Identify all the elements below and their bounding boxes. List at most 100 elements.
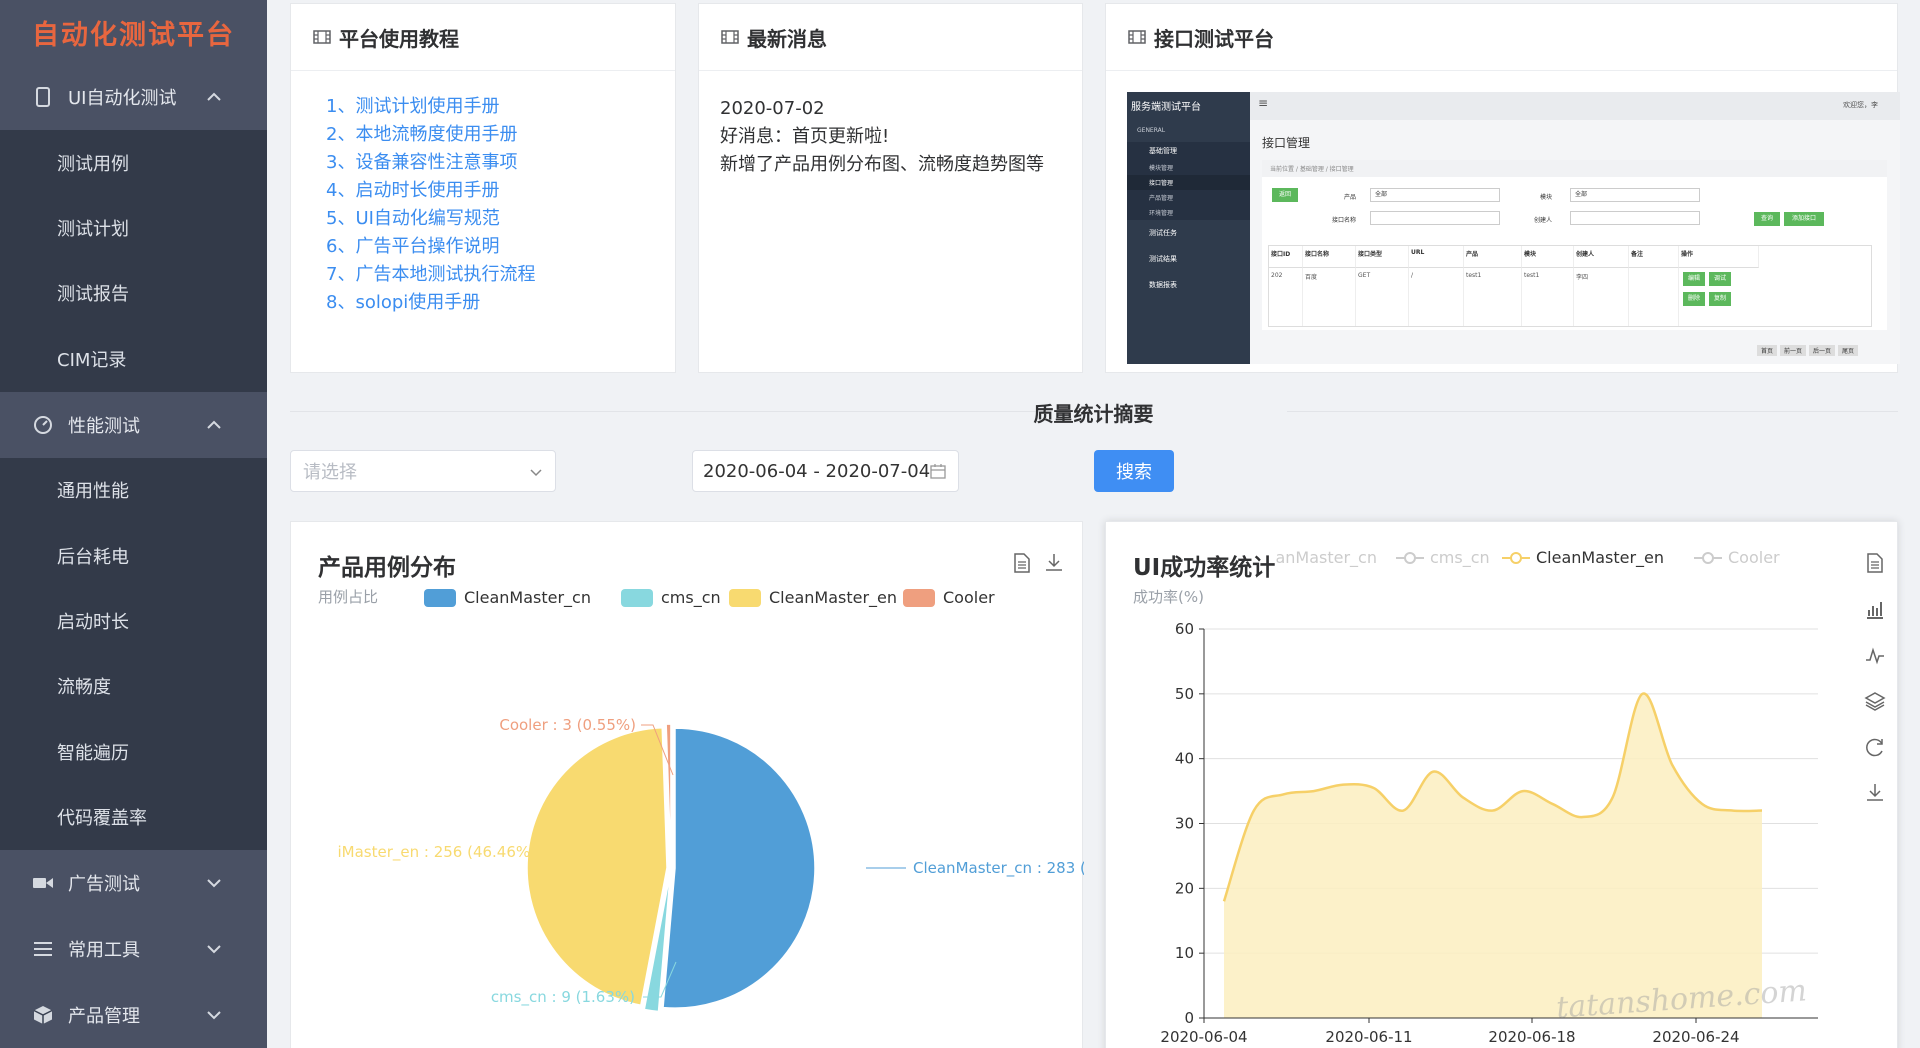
data-view-icon[interactable]	[1011, 552, 1033, 574]
preview-table: 接口ID 202 接口名称 百度 接口类型 GET URL / 产品 test1 模块 test1 创建…	[1268, 245, 1872, 327]
legend-item[interactable]: CleanMaster_en	[729, 588, 897, 607]
sidebar-item-cim-records[interactable]: CIM记录	[0, 326, 267, 392]
preview-nav-item: 数据报表	[1149, 281, 1177, 289]
y-tick-label: 10	[1175, 944, 1194, 962]
preview-input	[1370, 211, 1500, 225]
tutorial-card: 平台使用教程 1、测试计划使用手册 2、本地流畅度使用手册 3、设备兼容性注意事…	[290, 3, 676, 373]
search-button[interactable]: 搜索	[1094, 450, 1174, 492]
sidebar-item-general-perf[interactable]: 通用性能	[0, 457, 267, 523]
preview-nav-item: 基础管理	[1127, 142, 1250, 160]
preview-cell	[1629, 268, 1679, 326]
tutorial-link[interactable]: 8、solopi使用手册	[326, 289, 675, 317]
legend-swatch	[903, 588, 935, 607]
preview-sidebar: 服务端测试平台 GENERAL 基础管理 模块管理 接口管理 产品管理 环境管理…	[1127, 92, 1250, 364]
chevron-down-icon	[530, 469, 542, 477]
chevron-up-icon	[207, 92, 221, 101]
pie-label-cn: CleanMaster_cn : 283 (51.3	[913, 859, 1084, 878]
preview-breadcrumb: 当前位置 / 基础管理 / 接口管理	[1262, 160, 1887, 177]
video-icon	[32, 872, 54, 894]
dashboard-icon	[32, 414, 54, 436]
legend-item[interactable]: Cooler	[903, 588, 995, 607]
chart-title: UI成功率统计	[1133, 548, 1276, 582]
menu-group-performance[interactable]: 性能测试	[0, 391, 267, 458]
preview-label: 创建人	[1534, 217, 1553, 224]
preview-nav-sub: 产品管理	[1127, 190, 1250, 205]
sidebar-item-coverage[interactable]: 代码覆盖率	[0, 784, 267, 850]
pie-slice-cleanmaster-cn[interactable]	[662, 727, 816, 1009]
preview-select: 全部	[1570, 188, 1700, 202]
date-range-picker[interactable]: 2020-06-04 - 2020-07-04	[692, 450, 959, 492]
tutorial-link[interactable]: 7、广告本地测试执行流程	[326, 261, 675, 289]
news-headline: 好消息：首页更新啦!	[720, 126, 890, 147]
pie-label-cms: cms_cn : 9 (1.63%)	[491, 988, 635, 1007]
news-body: 2020-07-02 好消息：首页更新啦! 新增了产品用例分布图、流畅度趋势图等	[699, 71, 1082, 179]
preview-cell: test1	[1464, 268, 1522, 326]
film-icon	[313, 30, 331, 44]
preview-nav-sub: 环境管理	[1127, 205, 1250, 220]
menu-group-ui-auto[interactable]: UI自动化测试	[0, 64, 267, 130]
pie-slice-cleanmaster-en[interactable]	[526, 726, 668, 1007]
tutorial-link[interactable]: 6、广告平台操作说明	[326, 233, 675, 261]
menu-group-label: UI自动化测试	[68, 88, 177, 109]
api-preview-screenshot[interactable]: 服务端测试平台 GENERAL 基础管理 模块管理 接口管理 产品管理 环境管理…	[1127, 92, 1900, 364]
preview-pager-item: 后一页	[1809, 345, 1836, 356]
tutorial-link[interactable]: 4、启动时长使用手册	[326, 177, 675, 205]
preview-cell: 李四	[1574, 268, 1629, 326]
card-title: 平台使用教程	[339, 26, 459, 51]
calendar-icon	[930, 464, 946, 479]
preview-col-header: URL	[1409, 246, 1464, 268]
sidebar-item-fluency[interactable]: 流畅度	[0, 653, 267, 720]
sidebar-item-test-report[interactable]: 测试报告	[0, 260, 267, 327]
preview-col-header: 接口名称	[1303, 246, 1356, 268]
sidebar-item-startup[interactable]: 启动时长	[0, 588, 267, 654]
legend-item[interactable]: CleanMaster_cn	[424, 588, 591, 607]
cube-icon	[32, 1004, 54, 1026]
tutorial-link[interactable]: 3、设备兼容性注意事项	[326, 149, 675, 177]
preview-cell: 202	[1269, 268, 1303, 326]
film-icon	[721, 30, 739, 44]
pie-label-en: iMaster_en : 256 (46.46%)	[337, 843, 536, 862]
product-select[interactable]: 请选择	[290, 450, 556, 492]
preview-query-button: 查询	[1754, 212, 1780, 226]
preview-col-header: 创建人	[1574, 246, 1629, 268]
select-placeholder: 请选择	[303, 462, 357, 483]
sidebar-item-traversal[interactable]: 智能遍历	[0, 719, 267, 785]
tutorial-link[interactable]: 2、本地流畅度使用手册	[326, 121, 675, 149]
sidebar-item-test-plan[interactable]: 测试计划	[0, 195, 267, 261]
preview-label: 模块	[1540, 194, 1553, 201]
tutorial-link[interactable]: 1、测试计划使用手册	[326, 93, 675, 121]
y-tick-label: 30	[1175, 815, 1194, 833]
legend-item[interactable]: cms_cn	[621, 588, 721, 607]
menu-group-tools[interactable]: 常用工具	[0, 915, 267, 982]
legend-swatch	[424, 588, 456, 607]
preview-col-header: 操作	[1679, 246, 1759, 268]
news-date: 2020-07-02	[720, 98, 825, 119]
menu-group-label: 性能测试	[68, 415, 140, 437]
preview-row-button: 删除	[1683, 292, 1705, 306]
preview-panel: 当前位置 / 基础管理 / 接口管理 返回 产品 全部 模块 全部 接口名称 创…	[1262, 160, 1887, 330]
download-icon[interactable]	[1043, 552, 1065, 574]
preview-page-title: 接口管理	[1262, 136, 1311, 150]
preview-user: 欢迎您，李	[1843, 101, 1878, 109]
preview-menu-icon: ≡	[1258, 96, 1269, 110]
preview-cell: /	[1409, 268, 1464, 326]
chevron-down-icon	[207, 879, 221, 888]
tutorial-link[interactable]: 5、UI自动化编写规范	[326, 205, 675, 233]
sidebar-item-test-cases[interactable]: 测试用例	[0, 130, 267, 196]
menu-group-ad-test[interactable]: 广告测试	[0, 849, 267, 916]
card-header: 接口测试平台	[1106, 4, 1897, 71]
chevron-down-icon	[207, 945, 221, 954]
preview-topbar: ≡ 欢迎您，李	[1250, 92, 1900, 120]
preview-pager-item: 首页	[1757, 345, 1778, 356]
area-chart: 0 10 20 30 40 50 60 2020-06-04 2020-06-11 2020-06…	[1160, 620, 1818, 1046]
legend-swatch	[621, 588, 653, 607]
film-icon	[1128, 30, 1146, 44]
preview-app-title: 服务端测试平台	[1131, 102, 1201, 113]
preview-row-button: 编辑	[1683, 272, 1705, 286]
preview-pager-item: 尾页	[1838, 345, 1859, 356]
legend-label: Cooler	[943, 588, 995, 607]
preview-back-button: 返回	[1272, 188, 1298, 202]
pie-label-cooler: Cooler : 3 (0.55%)	[499, 716, 636, 734]
sidebar-item-battery[interactable]: 后台耗电	[0, 522, 267, 589]
menu-group-products[interactable]: 产品管理	[0, 981, 267, 1048]
